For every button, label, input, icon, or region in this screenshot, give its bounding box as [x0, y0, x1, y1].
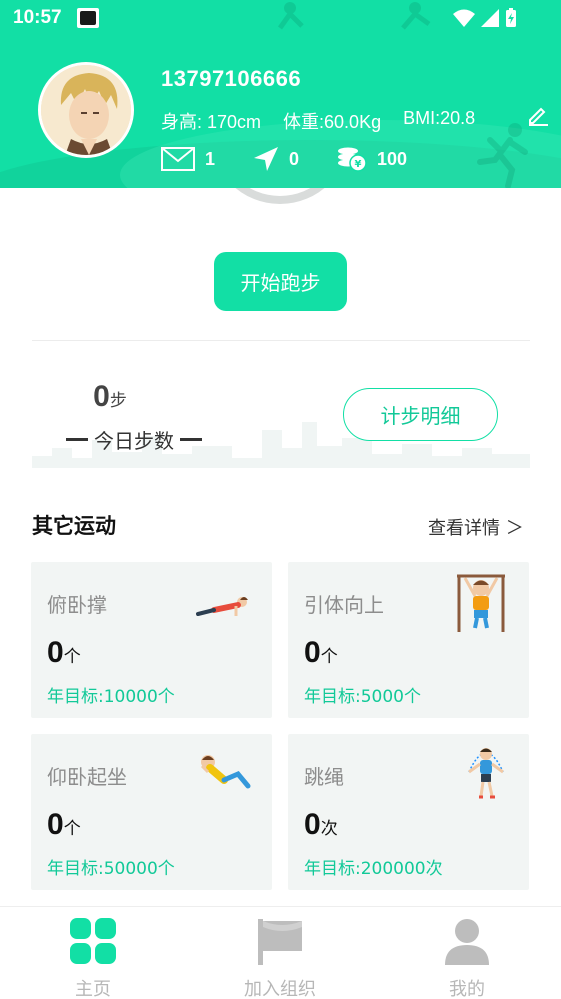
situp-icon — [200, 755, 251, 789]
sport-name: 俯卧撑 — [47, 593, 107, 617]
nav-label: 我的 — [449, 979, 485, 999]
count-number: 0 — [47, 636, 64, 669]
step-detail-button[interactable]: 计步明细 — [343, 388, 498, 441]
dash-left — [66, 438, 88, 441]
nav-label: 主页 — [75, 979, 111, 999]
sport-name: 引体向上 — [304, 593, 384, 617]
today-steps-label: 今日步数 — [66, 425, 202, 454]
mail-icon — [161, 147, 195, 171]
avatar-image — [41, 65, 131, 155]
status-time: 10:57 — [13, 7, 62, 28]
steps-unit: 步 — [109, 391, 127, 411]
count-unit: 个 — [63, 819, 81, 839]
count-unit: 次 — [320, 819, 338, 839]
body-stats: 身高: 170cm 体重:60.0Kg BMI:20.8 — [161, 108, 475, 134]
sport-count: 0个 — [47, 636, 81, 670]
user-phone: 13797106666 — [161, 66, 302, 91]
nav-label: 加入组织 — [244, 979, 316, 999]
sport-count: 0个 — [47, 808, 81, 842]
user-counters: 1 0 ¥ 100 — [161, 146, 445, 172]
sport-name: 仰卧起坐 — [47, 765, 127, 789]
view-details-link[interactable]: 查看详情 ＞ — [428, 514, 524, 540]
status-bar: 10:57 — [0, 0, 561, 36]
coins-count: 100 — [377, 148, 408, 169]
steps-value: 0步 — [60, 380, 160, 414]
sport-goal: 年目标:10000个 — [47, 687, 175, 707]
sport-count: 0次 — [304, 808, 338, 842]
pushup-icon — [196, 597, 248, 616]
sport-card-pullup[interactable]: 引体向上 0个 年目标:5000个 — [288, 562, 529, 718]
messages-counter[interactable]: 1 — [161, 147, 215, 171]
sport-card-pushup[interactable]: 俯卧撑 0个 年目标:10000个 — [31, 562, 272, 718]
user-avatar[interactable] — [38, 62, 134, 158]
count-unit: 个 — [320, 647, 338, 667]
app-notification-icon — [77, 8, 99, 28]
start-running-button[interactable]: 开始跑步 — [214, 252, 347, 311]
signal-icon — [481, 9, 499, 27]
count-number: 0 — [304, 808, 321, 841]
battery-icon — [506, 8, 516, 27]
home-grid-icon — [70, 918, 116, 964]
bmi-text: BMI:20.8 — [403, 108, 476, 128]
jump-rope-icon — [468, 748, 504, 799]
svg-text:¥: ¥ — [355, 159, 362, 170]
edit-profile-icon[interactable] — [527, 104, 549, 126]
other-sports-title: 其它运动 — [32, 514, 116, 538]
navigation-arrow-icon — [254, 147, 279, 171]
system-icons — [453, 8, 517, 28]
today-steps-text: 今日步数 — [94, 429, 174, 453]
user-icon — [445, 919, 489, 965]
sport-card-situp[interactable]: 仰卧起坐 0个 年目标:50000个 — [31, 734, 272, 890]
flag-icon — [258, 919, 302, 965]
nav-item-home[interactable]: 主页 — [33, 917, 153, 999]
runner-silhouette-icon — [477, 123, 528, 188]
height-text: 身高: 170cm — [161, 112, 262, 132]
location-counter[interactable]: 0 — [253, 146, 299, 172]
count-number: 0 — [304, 636, 321, 669]
pullup-icon — [457, 574, 505, 632]
coins-counter[interactable]: ¥ 100 — [337, 146, 407, 172]
messages-count: 1 — [205, 148, 216, 169]
nav-item-join-org[interactable]: 加入组织 — [220, 917, 340, 999]
profile-header: 10:57 13797106666 身高: 170cm 体重:60.0Kg BM… — [0, 0, 561, 188]
count-number: 0 — [47, 808, 64, 841]
dash-right — [180, 438, 202, 441]
location-count: 0 — [289, 148, 300, 169]
sport-name: 跳绳 — [304, 765, 344, 789]
sport-count: 0个 — [304, 636, 338, 670]
count-unit: 个 — [63, 647, 81, 667]
coins-icon: ¥ — [338, 147, 367, 172]
steps-number: 0 — [93, 380, 110, 413]
bottom-nav: 主页 加入组织 我的 — [0, 906, 561, 999]
sport-goal: 年目标:50000个 — [47, 859, 175, 879]
wifi-icon — [453, 9, 475, 27]
nav-item-mine[interactable]: 我的 — [407, 917, 527, 999]
sport-goal: 年目标:5000个 — [304, 687, 421, 707]
weight-text: 体重:60.0Kg — [283, 112, 382, 132]
divider — [32, 340, 530, 341]
sport-goal: 年目标:200000次 — [304, 859, 443, 879]
sport-card-jump-rope[interactable]: 跳绳 0次 年目标:200000次 — [288, 734, 529, 890]
